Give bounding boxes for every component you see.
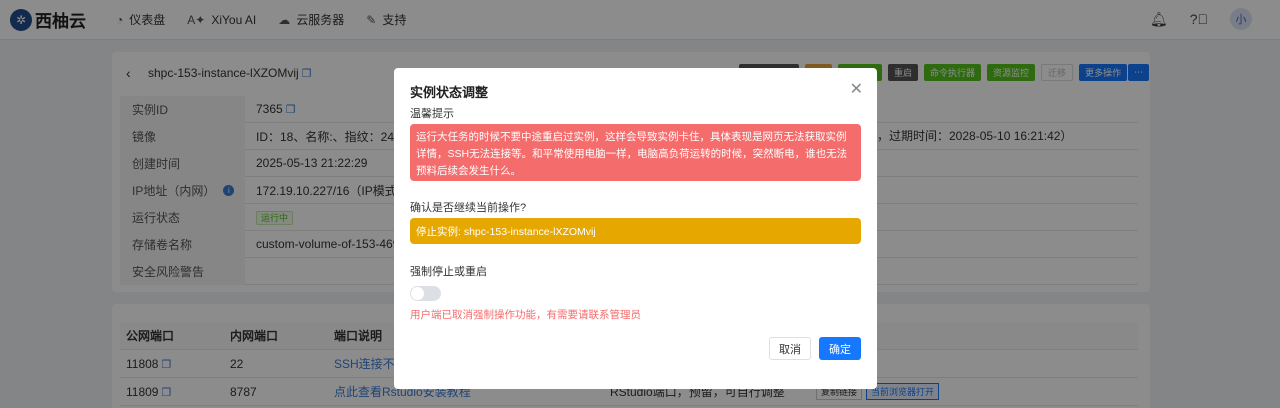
tip-label: 温馨提示	[410, 108, 454, 120]
warning-alert: 运行大任务的时候不要中途重启过实例，这样会导致实例卡住，具体表现是网页无法获取实…	[410, 124, 861, 181]
status-dialog: 实例状态调整 ✕ 温馨提示 运行大任务的时候不要中途重启过实例，这样会导致实例卡…	[394, 68, 877, 389]
confirm-label: 确认是否继续当前操作?	[410, 202, 527, 214]
toggle-knob	[411, 287, 424, 300]
cancel-button[interactable]: 取消	[769, 337, 811, 360]
force-warning-text: 用户端已取消强制操作功能，有需要请联系管理员	[410, 309, 641, 321]
close-icon[interactable]: ✕	[850, 79, 863, 99]
dialog-title: 实例状态调整	[410, 85, 489, 100]
action-alert: 停止实例: shpc-153-instance-lXZOMvij	[410, 218, 861, 244]
force-label: 强制停止或重启	[410, 266, 487, 278]
force-toggle[interactable]	[410, 286, 441, 301]
confirm-button[interactable]: 确定	[819, 337, 861, 360]
